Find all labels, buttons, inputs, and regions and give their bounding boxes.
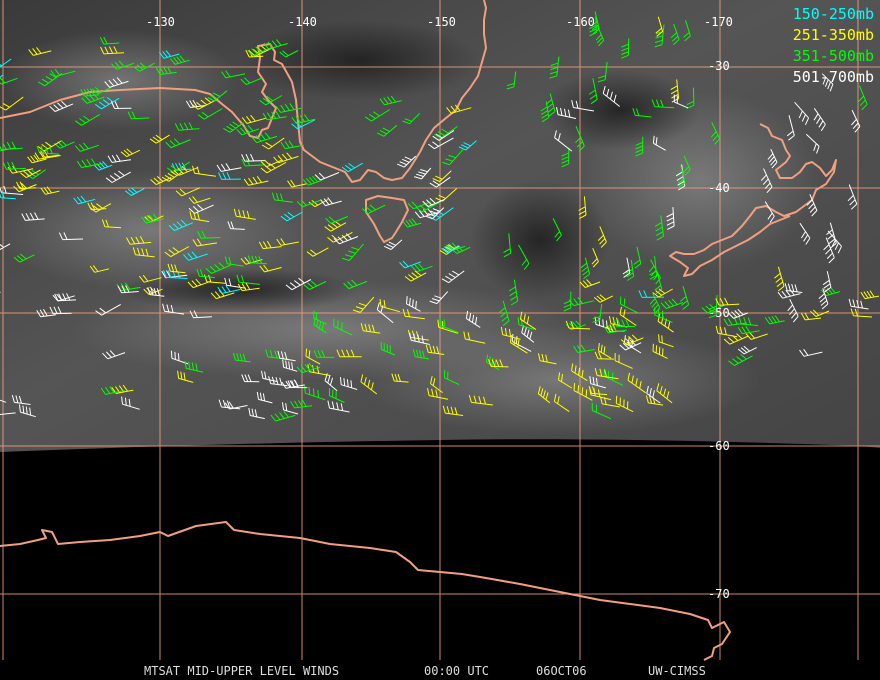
product-date: 06OCT06 [536, 664, 587, 678]
legend-entry-251-350mb: 251-350mb [792, 26, 874, 44]
map-canvas [0, 0, 880, 661]
product-title: MTSAT MID-UPPER LEVEL WINDS [144, 664, 340, 678]
longitude-label-150: -150 [427, 15, 456, 29]
legend-entry-351-500mb: 351-500mb [792, 47, 874, 65]
antarctica-coastline [0, 521, 731, 661]
latitude-label-30: -30 [708, 59, 730, 73]
legend-entry-150-250mb: 150-250mb [792, 5, 874, 23]
product-source: UW-CIMSS [648, 664, 706, 678]
latitude-label-50: -50 [708, 306, 730, 320]
satellite-wind-map: -130 -140 -150 -160 -170 -30 -40 -50 -60… [0, 0, 880, 680]
legend-entry-501-700mb: 501-700mb [792, 68, 874, 86]
latitude-label-40: -40 [708, 181, 730, 195]
longitude-label-130: -130 [146, 15, 175, 29]
longitude-label-160: -160 [566, 15, 595, 29]
product-time: 00:00 UTC [424, 664, 490, 678]
latitude-label-70: -70 [708, 587, 730, 601]
longitude-label-140: -140 [288, 15, 317, 29]
longitude-label-170: -170 [704, 15, 733, 29]
pressure-level-legend: 150-250mb 251-350mb 351-500mb 501-700mb [793, 4, 874, 88]
latitude-label-60: -60 [708, 439, 730, 453]
